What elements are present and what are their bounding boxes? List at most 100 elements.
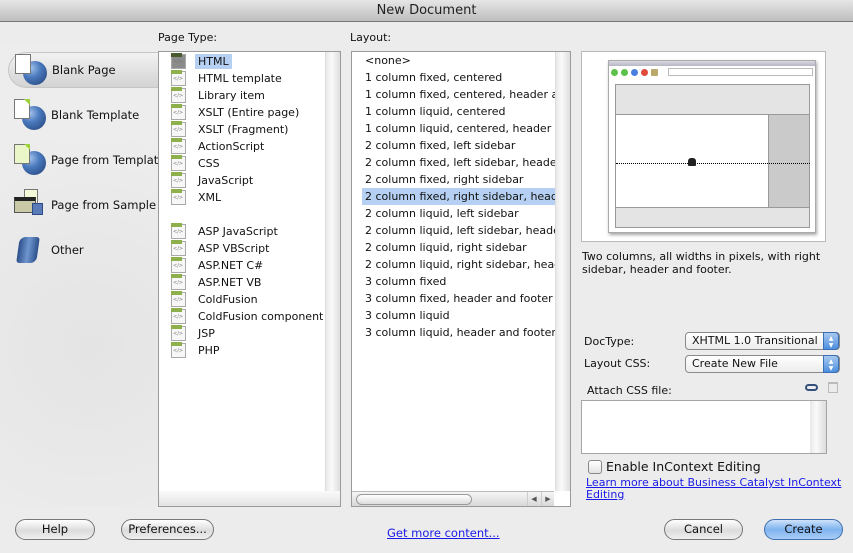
category-page-from-sample[interactable]: Page from Sample (8, 187, 158, 223)
doctype-select[interactable]: XHTML 1.0 Transitional ▲ ▼ (685, 332, 840, 350)
page-type-asp-vbscript[interactable]: ASP VBScript (171, 240, 272, 257)
preview-footer (615, 207, 810, 228)
get-more-content-link[interactable]: Get more content... (387, 527, 500, 539)
trash-icon[interactable] (828, 382, 838, 393)
scroll-right-arrow-icon[interactable]: ▶ (541, 492, 554, 506)
file-icon (171, 155, 186, 171)
select-arrows-icon: ▲ ▼ (823, 332, 839, 350)
layout-item-selected[interactable]: 2 column fixed, right sidebar, header an… (362, 188, 568, 205)
layout-item[interactable]: 2 column liquid, right sidebar (362, 239, 568, 256)
attach-link-icon[interactable] (805, 384, 818, 391)
attach-css-label: Attach CSS file: (587, 384, 672, 397)
back-icon (611, 69, 618, 76)
select-arrows-icon: ▲ ▼ (823, 355, 839, 373)
layout-item[interactable]: 2 column fixed, left sidebar, header and… (362, 154, 568, 171)
incontext-editing-label[interactable]: Enable InContext Editing (606, 459, 761, 474)
layout-item[interactable]: 3 column fixed, header and footer (362, 290, 568, 307)
stop-icon (641, 69, 648, 76)
layout-hscroll-thumb[interactable] (356, 494, 472, 505)
file-icon (171, 274, 186, 290)
page-type-xslt-fragment[interactable]: XSLT (Fragment) (171, 121, 291, 138)
layout-label: Layout: (350, 31, 392, 44)
preview-header (615, 84, 810, 115)
layout-css-value: Create New File (692, 357, 778, 370)
preview-sidebar (768, 114, 810, 208)
layout-item[interactable]: 1 column fixed, centered (362, 69, 568, 86)
new-document-dialog: Blank Page Blank Template Page from Temp… (0, 22, 853, 553)
layout-item[interactable]: 2 column liquid, right sidebar, header a… (362, 256, 568, 273)
layout-item[interactable]: 1 column liquid, centered (362, 103, 568, 120)
cancel-button[interactable]: Cancel (664, 519, 743, 540)
file-icon (171, 70, 186, 86)
file-icon (171, 291, 186, 307)
forward-icon (621, 69, 628, 76)
preferences-button[interactable]: Preferences... (121, 519, 214, 540)
file-icon (171, 240, 186, 256)
layout-item[interactable]: 3 column liquid, header and footer (362, 324, 568, 341)
category-label: Page from Template (51, 153, 166, 167)
file-icon (171, 104, 186, 120)
layout-hscroll[interactable]: ◀ ▶ (352, 491, 554, 506)
page-type-css[interactable]: CSS (171, 155, 223, 172)
layout-item[interactable]: 1 column liquid, centered, header and fo… (362, 120, 568, 137)
layout-item[interactable]: <none> (362, 52, 568, 69)
file-icon (171, 138, 186, 154)
page-type-asp-javascript[interactable]: ASP JavaScript (171, 223, 281, 240)
layout-item[interactable]: 2 column liquid, left sidebar (362, 205, 568, 222)
layout-list[interactable]: <none> 1 column fixed, centered 1 column… (351, 51, 571, 507)
page-type-list[interactable]: HTML HTML template Library item XSLT (En… (158, 51, 341, 507)
other-icon (14, 234, 46, 266)
category-blank-page[interactable]: Blank Page (8, 52, 158, 88)
page-type-library-item[interactable]: Library item (171, 87, 268, 104)
layout-css-select[interactable]: Create New File ▲ ▼ (685, 355, 840, 373)
page-type-xslt-entire[interactable]: XSLT (Entire page) (171, 104, 302, 121)
refresh-icon (631, 69, 638, 76)
scroll-left-arrow-icon[interactable]: ◀ (527, 492, 540, 506)
page-type-javascript[interactable]: JavaScript (171, 172, 256, 189)
learn-more-link[interactable]: Learn more about Business Catalyst InCon… (586, 477, 846, 501)
create-button[interactable]: Create (764, 519, 843, 540)
file-icon (171, 223, 186, 239)
category-label: Other (51, 243, 84, 257)
lock-icon (688, 158, 696, 166)
window-title: New Document (0, 0, 853, 22)
page-type-actionscript[interactable]: ActionScript (171, 138, 267, 155)
page-type-coldfusion-component[interactable]: ColdFusion component (171, 308, 326, 325)
layout-item[interactable]: 3 column liquid (362, 307, 568, 324)
file-icon (171, 325, 186, 341)
layout-item[interactable]: 2 column fixed, left sidebar (362, 137, 568, 154)
category-label: Blank Page (52, 63, 116, 77)
file-icon (171, 342, 186, 358)
layout-item[interactable]: 1 column fixed, centered, header and foo… (362, 86, 568, 103)
file-icon (171, 308, 186, 324)
file-icon (171, 257, 186, 273)
page-type-xml[interactable]: XML (171, 189, 224, 206)
page-type-html[interactable]: HTML (171, 53, 232, 70)
file-icon (171, 87, 186, 103)
page-from-sample-icon (14, 189, 46, 221)
category-blank-template[interactable]: Blank Template (8, 97, 158, 133)
page-type-scrollbar[interactable] (325, 52, 340, 491)
attached-css-scrollbar[interactable] (810, 401, 826, 453)
layout-item[interactable]: 3 column fixed (362, 273, 568, 290)
file-icon (171, 189, 186, 205)
layout-vscroll[interactable] (555, 52, 570, 491)
page-type-hscroll (159, 491, 340, 506)
page-type-html-template[interactable]: HTML template (171, 70, 285, 87)
incontext-editing-checkbox[interactable] (588, 460, 602, 474)
page-type-php[interactable]: PHP (171, 342, 223, 359)
category-other[interactable]: Other (8, 232, 158, 268)
page-type-aspnet-csharp[interactable]: ASP.NET C# (171, 257, 266, 274)
page-type-jsp[interactable]: JSP (171, 325, 218, 342)
help-button[interactable]: Help (15, 519, 95, 540)
address-bar-illustration (668, 68, 813, 76)
layout-item[interactable]: 2 column liquid, left sidebar, header an… (362, 222, 568, 239)
category-label: Blank Template (51, 108, 140, 122)
page-type-aspnet-vb[interactable]: ASP.NET VB (171, 274, 264, 291)
attached-css-list[interactable] (581, 400, 827, 454)
category-page-from-template[interactable]: Page from Template (8, 142, 165, 178)
file-icon (171, 172, 186, 188)
page-type-coldfusion[interactable]: ColdFusion (171, 291, 261, 308)
layout-item[interactable]: 2 column fixed, right sidebar (362, 171, 568, 188)
fixed-width-line (616, 163, 810, 164)
